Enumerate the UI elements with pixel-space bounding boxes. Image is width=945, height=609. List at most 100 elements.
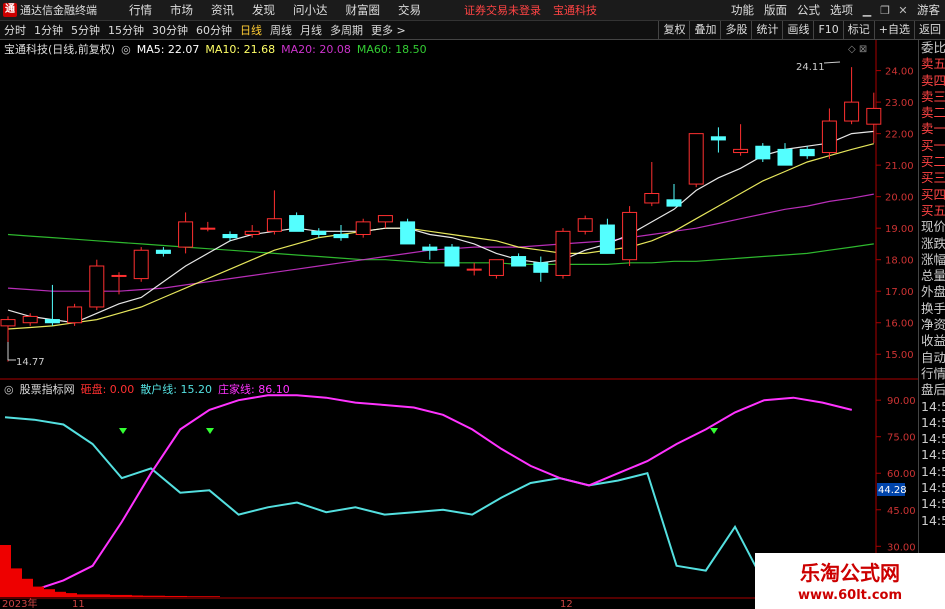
price-axis-label: 20.00 xyxy=(885,193,914,204)
chart-area[interactable]: 24.00 23.00 22.00 21.00 20.00 19.00 18.00 17.00… xyxy=(0,40,918,609)
indicator-axis-label: 60.00 xyxy=(887,469,916,480)
side-panel-item: 买二 xyxy=(921,154,945,170)
side-panel-item: 卖五 xyxy=(921,56,945,72)
menu-discover[interactable]: 发现 xyxy=(243,2,284,18)
indicator-axis-label: 75.00 xyxy=(887,433,916,444)
side-panel-item: 换手 xyxy=(921,300,945,316)
indicator-lines xyxy=(4,394,853,597)
period-more[interactable]: 更多 > xyxy=(367,22,410,38)
chart-settings-icon[interactable]: ◇ ⊠ xyxy=(848,44,867,55)
candle-body-down xyxy=(511,256,527,267)
price-axis-label: 21.00 xyxy=(885,161,914,172)
minimize-icon[interactable]: ▁ xyxy=(858,4,876,17)
period-1min[interactable]: 1分钟 xyxy=(30,22,67,38)
main-chart-legend: 宝通科技(日线,前复权) ◎ MA5: 22.07 MA10: 21.68 MA… xyxy=(4,42,433,57)
price-axis-label: 19.00 xyxy=(885,224,914,235)
period-5min[interactable]: 5分钟 xyxy=(67,22,104,38)
period-monthly[interactable]: 月线 xyxy=(296,22,326,38)
guest-label[interactable]: 游客 xyxy=(912,2,945,18)
price-axis-label: 22.00 xyxy=(885,130,914,141)
candle-body-up xyxy=(355,221,371,235)
candle-body-up xyxy=(266,218,282,232)
statistics-button[interactable]: 统计 xyxy=(751,21,782,39)
period-30min[interactable]: 30分钟 xyxy=(148,22,192,38)
close-icon[interactable]: ✕ xyxy=(894,4,912,17)
candle-body-down xyxy=(333,233,349,239)
menu-market[interactable]: 市场 xyxy=(161,2,202,18)
signal-marker-icon xyxy=(710,428,718,434)
trade-login-notice[interactable]: 证券交易未登录 xyxy=(458,2,547,18)
candle-body-up xyxy=(733,148,749,154)
date-label-nov: 11 xyxy=(72,599,85,609)
price-axis-label: 17.00 xyxy=(885,287,914,298)
indicator-gear-icon[interactable]: ◎ xyxy=(4,383,14,396)
period-multi[interactable]: 多周期 xyxy=(326,22,367,38)
menu-formula[interactable]: 公式 xyxy=(792,2,825,18)
volume-bar xyxy=(132,595,143,597)
candle-body-up xyxy=(488,259,504,276)
candle-body-down xyxy=(44,319,60,324)
volume-bar xyxy=(165,595,176,597)
side-panel-item: 收益 xyxy=(921,333,945,349)
candle-body-down xyxy=(311,230,327,235)
volume-bar xyxy=(33,586,44,597)
low-annotation: 14.77 xyxy=(16,357,45,368)
watermark-title: 乐淘公式网 xyxy=(800,561,900,585)
menu-functions[interactable]: 功能 xyxy=(726,2,759,18)
candle-body-up xyxy=(67,306,83,324)
adjust-button[interactable]: 复权 xyxy=(658,21,689,39)
side-panel-item: 现价 xyxy=(921,219,945,235)
multi-stock-button[interactable]: 多股 xyxy=(720,21,751,39)
candle-body-up xyxy=(0,319,16,327)
side-panel-item: 14:5 xyxy=(921,496,945,512)
menu-news[interactable]: 资讯 xyxy=(202,2,243,18)
add-watchlist-button[interactable]: +自选 xyxy=(873,21,914,39)
candle-body-up xyxy=(466,268,482,271)
banker-line xyxy=(4,394,853,596)
signal-marker-icon xyxy=(119,428,127,434)
period-intraday[interactable]: 分时 xyxy=(0,22,30,38)
date-label-dec: 12 xyxy=(560,599,573,609)
volume-bar xyxy=(88,594,99,597)
f10-button[interactable]: F10 xyxy=(813,21,842,39)
price-axis-label: 23.00 xyxy=(885,98,914,109)
menu-trade[interactable]: 交易 xyxy=(389,2,430,18)
candle-body-up xyxy=(844,101,860,122)
side-panel-item: 卖一 xyxy=(921,121,945,137)
candle-body-down xyxy=(599,224,615,254)
volume-bar xyxy=(77,594,88,597)
period-15min[interactable]: 15分钟 xyxy=(104,22,148,38)
watermark-url: www.60lt.com xyxy=(797,588,903,603)
side-panel-item: 买三 xyxy=(921,170,945,186)
side-panel-item: 买一 xyxy=(921,137,945,153)
period-60min[interactable]: 60分钟 xyxy=(192,22,236,38)
menu-wealth-circle[interactable]: 财富圈 xyxy=(337,2,390,18)
candle-body-up xyxy=(377,215,393,223)
draw-line-button[interactable]: 画线 xyxy=(782,21,813,39)
side-panel-item: 涨跌 xyxy=(921,235,945,251)
candle-body-down xyxy=(222,233,238,239)
overlay-button[interactable]: 叠加 xyxy=(689,21,720,39)
side-panel-item: 涨幅 xyxy=(921,251,945,267)
side-panel-item: 14:5 xyxy=(921,480,945,496)
volume-bar xyxy=(44,589,55,597)
side-panel-item: 盘后 xyxy=(921,382,945,398)
menu-ask-xiaoda[interactable]: 问小达 xyxy=(284,2,337,18)
period-daily[interactable]: 日线 xyxy=(236,22,266,38)
restore-icon[interactable]: ❐ xyxy=(876,4,894,17)
side-panel-item: 14:5 xyxy=(921,398,945,414)
menu-layout[interactable]: 版面 xyxy=(759,2,792,18)
side-panel-item: 买四 xyxy=(921,186,945,202)
candle-body-up xyxy=(821,120,837,154)
indicator-legend: ◎ 股票指标网 砸盘: 0.00 散户线: 15.20 庄家线: 86.10 xyxy=(4,382,296,397)
candle-body-down xyxy=(710,136,726,141)
menu-market-quotes[interactable]: 行情 xyxy=(120,2,161,18)
price-axis-label: 15.00 xyxy=(885,350,914,361)
back-button[interactable]: 返回 xyxy=(914,21,945,39)
legend-gear-icon[interactable]: ◎ xyxy=(121,43,131,56)
menu-options[interactable]: 选项 xyxy=(825,2,858,18)
volume-bar xyxy=(11,568,22,597)
mark-button[interactable]: 标记 xyxy=(842,21,874,39)
period-weekly[interactable]: 周线 xyxy=(266,22,296,38)
current-stock-notice: 宝通科技 xyxy=(553,4,597,17)
